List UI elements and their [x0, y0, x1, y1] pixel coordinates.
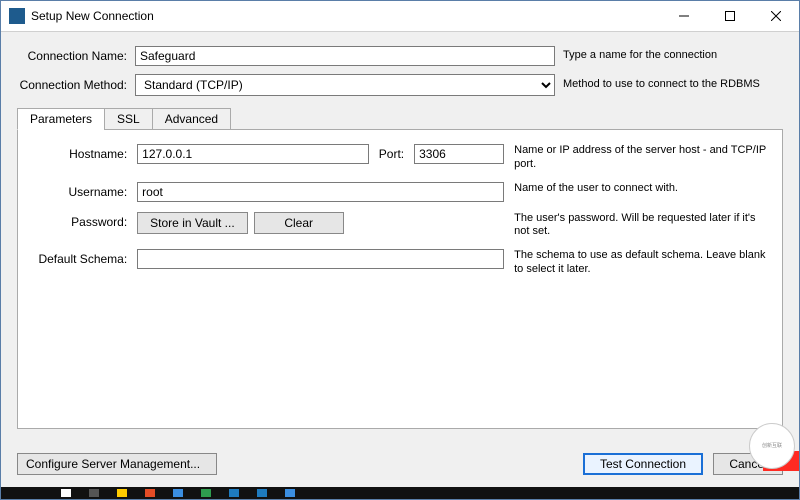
port-label: Port:	[375, 147, 408, 161]
close-button[interactable]	[753, 1, 799, 31]
watermark-icon: 创新互联	[749, 423, 795, 469]
tab-advanced[interactable]: Advanced	[152, 108, 231, 130]
connection-name-hint: Type a name for the connection	[563, 49, 783, 62]
default-schema-input[interactable]	[137, 249, 504, 269]
password-label: Password:	[28, 212, 137, 229]
connection-method-label: Connection Method:	[17, 78, 135, 92]
connection-method-hint: Method to use to connect to the RDBMS	[563, 78, 783, 91]
hostname-hint: Name or IP address of the server host - …	[514, 144, 772, 172]
window-title: Setup New Connection	[31, 9, 661, 23]
username-input[interactable]	[137, 182, 504, 202]
default-schema-hint: The schema to use as default schema. Lea…	[514, 249, 772, 277]
configure-server-button[interactable]: Configure Server Management...	[17, 453, 217, 475]
app-icon	[9, 8, 25, 24]
default-schema-label: Default Schema:	[28, 249, 137, 266]
tab-ssl[interactable]: SSL	[104, 108, 153, 130]
tab-body: Hostname: Port: Name or IP address of th…	[17, 129, 783, 429]
titlebar: Setup New Connection	[1, 1, 799, 32]
connection-name-input[interactable]	[135, 46, 555, 66]
clear-password-button[interactable]: Clear	[254, 212, 344, 234]
port-input[interactable]	[414, 144, 504, 164]
minimize-button[interactable]	[661, 1, 707, 31]
username-hint: Name of the user to connect with.	[514, 182, 772, 196]
hostname-label: Hostname:	[28, 144, 137, 161]
password-hint: The user's password. Will be requested l…	[514, 212, 772, 240]
username-label: Username:	[28, 182, 137, 199]
maximize-button[interactable]	[707, 1, 753, 31]
tab-parameters[interactable]: Parameters	[17, 108, 105, 130]
store-vault-button[interactable]: Store in Vault ...	[137, 212, 248, 234]
test-connection-button[interactable]: Test Connection	[583, 453, 703, 475]
connection-name-label: Connection Name:	[17, 49, 135, 63]
connection-method-select[interactable]: Standard (TCP/IP)	[135, 74, 555, 96]
taskbar	[1, 487, 799, 499]
hostname-input[interactable]	[137, 144, 369, 164]
